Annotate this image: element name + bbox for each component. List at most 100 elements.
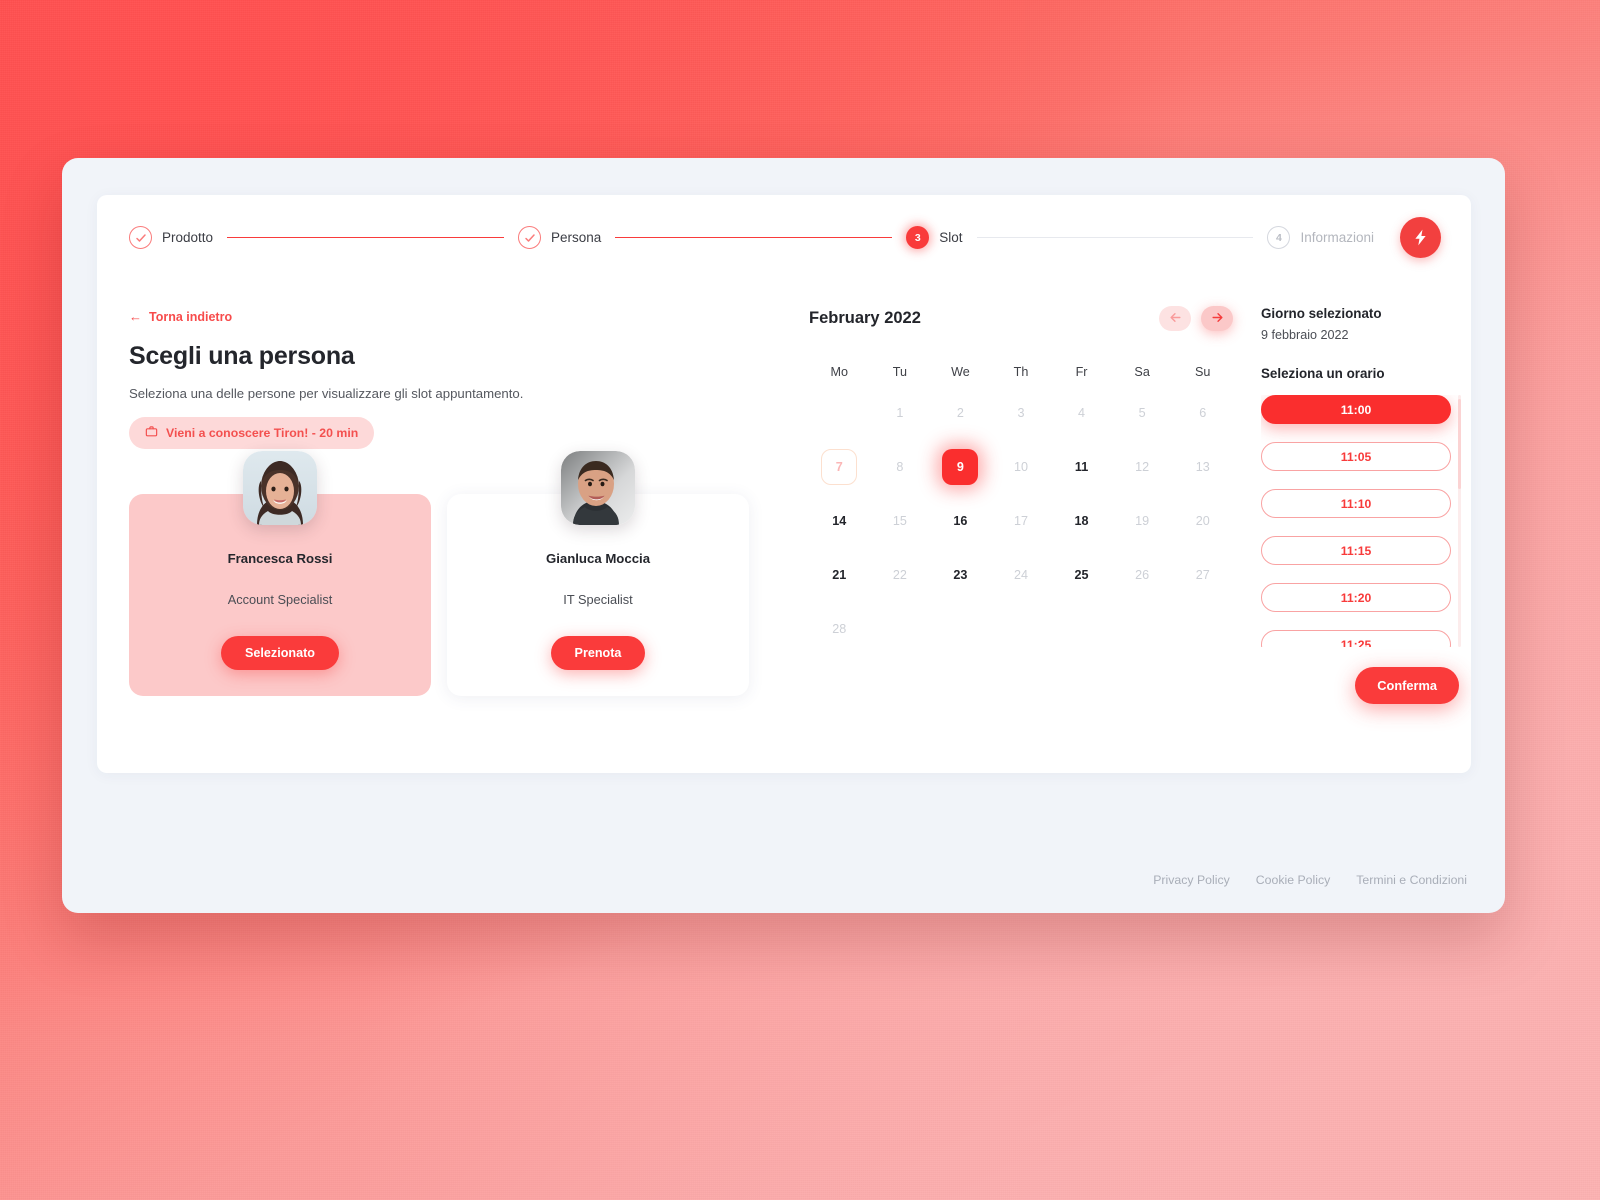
person-card-list: Francesca Rossi Account Specialist Selez… [129,451,749,696]
calendar-day-16[interactable]: 16 [942,503,978,539]
calendar-cell: 20 [1172,497,1233,545]
calendar-day-17: 17 [1013,514,1028,528]
prev-month-button[interactable] [1159,306,1191,331]
calendar-day-18[interactable]: 18 [1064,503,1100,539]
next-month-button[interactable] [1201,306,1233,331]
calendar-week-row: 28 [809,605,1233,653]
calendar-cell: 1 [870,389,931,437]
footer-links: Privacy Policy Cookie Policy Termini e C… [1153,873,1467,887]
stepper-step-prodotto[interactable]: Prodotto [129,226,213,249]
time-slot-11-10[interactable]: 11:10 [1261,489,1451,518]
time-slot-scrollbar-thumb[interactable] [1458,399,1461,489]
time-slot-11-15[interactable]: 11:15 [1261,536,1451,565]
weekday-label: Sa [1134,365,1150,379]
calendar-cell: 27 [1172,551,1233,599]
calendar-day-4: 4 [1078,406,1086,420]
calendar-cell: 13 [1172,443,1233,491]
calendar-day-5: 5 [1138,406,1146,420]
calendar-cell [1172,605,1233,653]
calendar-day-22: 22 [892,568,907,582]
calendar-cell: 2 [930,389,991,437]
briefcase-icon [145,425,158,441]
avatar [561,451,635,525]
calendar-day-24: 24 [1013,568,1028,582]
stepper-step-persona[interactable]: Persona [518,226,601,249]
calendar-cell: 9 [930,443,991,491]
stepper-connector-1 [227,236,504,239]
person-card-francesca-rossi[interactable]: Francesca Rossi Account Specialist Selez… [129,451,431,696]
calendar-weekday-header: Mo Tu We Th Fr Sa Su [809,365,1233,379]
booking-card: Prodotto Persona 3 Slot 4 Informazioni ←… [97,195,1471,773]
footer-link-terms[interactable]: Termini e Condizioni [1356,873,1467,887]
calendar-cell: 24 [991,551,1052,599]
service-tag-label: Vieni a conoscere Tiron! - 20 min [166,426,359,440]
footer-link-privacy-policy[interactable]: Privacy Policy [1153,873,1230,887]
weekday-label: Tu [892,365,907,379]
time-slot-11-25[interactable]: 11:25 [1261,630,1451,647]
time-slot-list[interactable]: 11:00 11:05 11:10 11:15 11:20 11:25 [1261,395,1461,647]
calendar-cell: 16 [930,497,991,545]
lightning-bolt-icon [1400,217,1442,258]
calendar-day-10: 10 [1013,460,1028,474]
page-subtitle: Seleziona una delle persone per visualiz… [129,386,524,401]
time-slot-11-00[interactable]: 11:00 [1261,395,1451,424]
calendar-cell: 17 [991,497,1052,545]
footer-link-cookie-policy[interactable]: Cookie Policy [1256,873,1331,887]
time-slot-11-20[interactable]: 11:20 [1261,583,1451,612]
time-slot-11-05[interactable]: 11:05 [1261,442,1451,471]
service-tag-pill[interactable]: Vieni a conoscere Tiron! - 20 min [129,417,375,449]
stepper-step-slot[interactable]: 3 Slot [906,226,963,249]
back-link[interactable]: ← Torna indietro [129,310,232,324]
calendar-day-6: 6 [1199,406,1207,420]
app-window: Prodotto Persona 3 Slot 4 Informazioni ←… [62,158,1505,913]
time-slot-scrollbar-track[interactable] [1458,395,1461,647]
avatar [243,451,317,525]
weekday-label: We [951,365,970,379]
calendar-cell: 26 [1112,551,1173,599]
calendar-day-9[interactable]: 9 [942,449,979,485]
weekday-label: Fr [1075,365,1088,379]
calendar-cell: 19 [1112,497,1173,545]
calendar-day-23[interactable]: 23 [942,557,978,593]
step-number-badge: 4 [1267,226,1291,249]
calendar-day-21[interactable]: 21 [821,557,857,593]
calendar-month-label: February 2022 [809,309,921,327]
calendar-cell: 8 [870,443,931,491]
calendar-day-19: 19 [1135,514,1150,528]
step-number-badge: 3 [906,226,930,249]
stepper-label: Informazioni [1300,230,1375,245]
calendar-day-11[interactable]: 11 [1064,449,1100,485]
stepper-connector-2 [615,236,893,239]
calendar-grid: 1 2 3 4 5 6 7 8 9 10 11 12 13 14 15 16 17 18 19 20 21 22 23 24 2… [809,389,1233,653]
calendar-day-7[interactable]: 7 [821,449,858,485]
stepper-step-informazioni[interactable]: 4 Informazioni [1267,226,1374,249]
calendar-cell: 22 [870,551,931,599]
calendar-week-row: 1 2 3 4 5 6 [809,389,1233,437]
calendar-cell [1051,605,1112,653]
person-select-button[interactable]: Selezionato [221,636,339,670]
selected-day-label: Giorno selezionato [1261,306,1382,321]
calendar-day-12: 12 [1135,460,1150,474]
back-link-label: Torna indietro [149,309,233,324]
arrow-right-icon [1211,311,1224,327]
calendar-cell: 11 [1051,443,1112,491]
weekday-label: Mo [830,365,849,379]
person-card-gianluca-moccia[interactable]: Gianluca Moccia IT Specialist Prenota [447,451,749,696]
calendar-day-25[interactable]: 25 [1064,557,1100,593]
calendar-nav [1159,306,1233,331]
calendar-cell: 25 [1051,551,1112,599]
arrow-left-icon: ← [129,309,142,324]
page-title: Scegli una persona [129,342,355,370]
calendar-week-row: 7 8 9 10 11 12 13 [809,443,1233,491]
calendar: February 2022 Mo Tu We Th Fr Sa Su 1 2 3… [809,306,1239,773]
person-book-button[interactable]: Prenota [550,636,646,670]
calendar-week-row: 14 15 16 17 18 19 20 [809,497,1233,545]
confirm-button[interactable]: Conferma [1355,667,1459,704]
confirm-row: Conferma [1261,667,1461,704]
time-slot-panel: Giorno selezionato 9 febbraio 2022 Selez… [1261,306,1461,773]
calendar-day-20: 20 [1195,514,1210,528]
stepper-label: Persona [551,230,602,245]
calendar-cell: 21 [809,551,870,599]
calendar-day-14[interactable]: 14 [821,503,857,539]
calendar-cell [809,389,870,437]
